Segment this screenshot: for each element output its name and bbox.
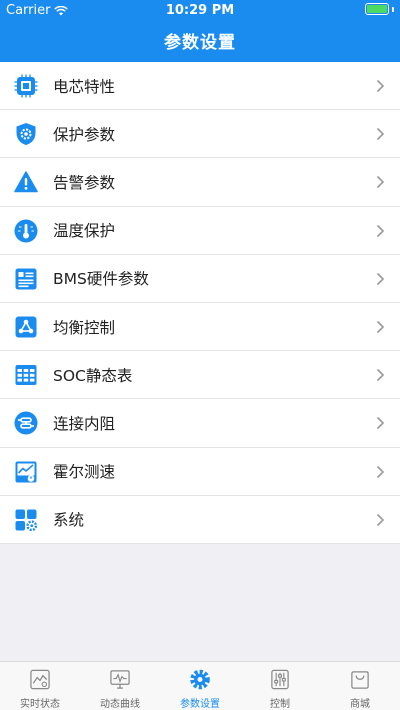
tab-label: 控制: [270, 699, 290, 710]
chevron-right-icon: [376, 320, 385, 334]
battery-indicator: [365, 3, 394, 15]
system-grid-icon: [15, 509, 38, 531]
chevron-right-icon: [376, 176, 385, 189]
menu-item-label: BMS硬件参数: [53, 270, 149, 289]
tab-parameter-settings[interactable]: 参数设置: [160, 662, 240, 710]
page-title: 参数设置: [164, 33, 236, 53]
chevron-right-icon: [376, 369, 385, 382]
shield-gear-icon: [16, 123, 36, 146]
document-list-icon: [15, 268, 37, 290]
gear-icon: [190, 669, 210, 690]
menu-item-label: 连接内阻: [53, 414, 116, 433]
chevron-right-icon: [376, 465, 385, 478]
tab-dynamic-curve[interactable]: 动态曲线: [80, 662, 160, 710]
status-bar: Carrier 10:29 PM: [0, 0, 400, 20]
chevron-right-icon: [376, 417, 385, 430]
battery-icon: [365, 3, 389, 15]
menu-item-balance-control[interactable]: 均衡控制: [0, 303, 400, 352]
table-grid-icon: [15, 365, 37, 386]
settings-list: 电芯特性 保护参数 告警参数 温度保护 BMS硬件参数 均衡控制 SOC静态表 …: [0, 62, 400, 544]
menu-item-hall-speed[interactable]: 霍尔测速: [0, 448, 400, 496]
sliders-icon: [271, 669, 289, 690]
network-icon: [15, 316, 37, 338]
chevron-right-icon: [376, 128, 385, 141]
bottom-tab-bar: 实时状态 动态曲线 参数设置 控制 商城: [0, 661, 400, 710]
menu-item-label: 告警参数: [53, 173, 116, 192]
tab-label: 参数设置: [180, 699, 220, 710]
tab-label: 实时状态: [20, 699, 60, 710]
menu-item-label: SOC静态表: [53, 366, 133, 385]
chip-icon: [14, 74, 38, 98]
menu-item-label: 保护参数: [53, 125, 116, 144]
tab-label: 动态曲线: [100, 699, 140, 710]
menu-item-alarm-params[interactable]: 告警参数: [0, 158, 400, 207]
resistor-icon: [14, 411, 38, 435]
shopping-bag-icon: [351, 671, 369, 689]
speed-chart-icon: [15, 461, 37, 482]
menu-item-label: 温度保护: [53, 222, 116, 241]
menu-item-label: 均衡控制: [53, 318, 116, 337]
menu-item-label: 系统: [53, 511, 85, 530]
menu-item-soc-static-table[interactable]: SOC静态表: [0, 351, 400, 400]
menu-item-protection-params[interactable]: 保护参数: [0, 110, 400, 159]
menu-item-label: 电芯特性: [53, 77, 116, 96]
warning-icon: [14, 171, 38, 193]
tab-realtime-status[interactable]: 实时状态: [0, 662, 80, 710]
thermometer-icon: [14, 219, 38, 243]
clock: 10:29 PM: [165, 3, 235, 18]
app-header: Carrier 10:29 PM 参数设置: [0, 0, 400, 62]
menu-item-bms-hardware-params[interactable]: BMS硬件参数: [0, 255, 400, 303]
menu-item-connection-resistance[interactable]: 连接内阻: [0, 399, 400, 448]
tab-control[interactable]: 控制: [240, 662, 320, 710]
menu-item-label: 霍尔测速: [53, 463, 116, 482]
menu-item-temperature-protection[interactable]: 温度保护: [0, 207, 400, 255]
chevron-right-icon: [376, 224, 385, 237]
chevron-right-icon: [376, 79, 385, 93]
tab-mall[interactable]: 商城: [320, 662, 400, 710]
chevron-right-icon: [376, 513, 385, 526]
tab-label: 商城: [350, 699, 370, 710]
menu-item-cell-characteristics[interactable]: 电芯特性: [0, 62, 400, 111]
menu-item-system[interactable]: 系统: [0, 496, 400, 544]
realtime-chart-icon: [30, 669, 50, 690]
curve-monitor-icon: [110, 670, 130, 689]
chevron-right-icon: [376, 272, 385, 285]
